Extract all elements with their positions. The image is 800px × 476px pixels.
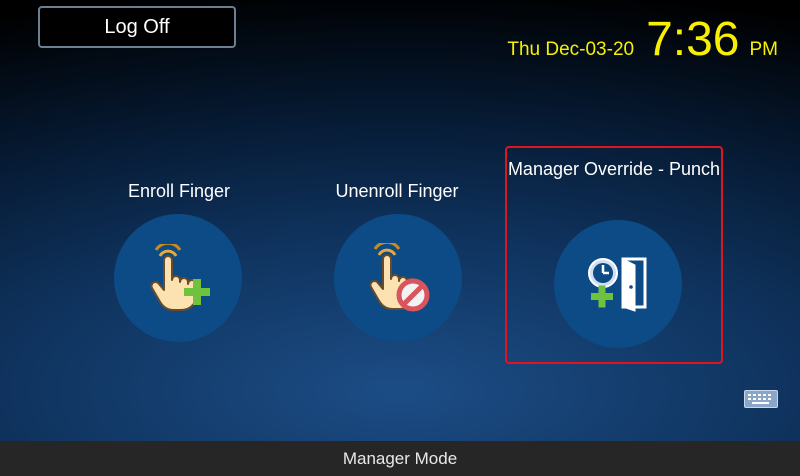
manager-mode-label: Manager Mode xyxy=(342,448,458,468)
status-bar: Manager Mode xyxy=(0,441,800,476)
hand-plus-icon xyxy=(150,244,210,311)
date-text: Thu Dec-03-20 xyxy=(507,39,635,60)
unenroll-finger-label: Unenroll Finger xyxy=(335,181,459,201)
log-off-button[interactable]: Log Off xyxy=(38,6,236,48)
hand-no-icon xyxy=(369,243,430,312)
time-text: 7:36 xyxy=(646,13,740,66)
keyboard-icon[interactable] xyxy=(744,390,778,408)
manager-override-punch-label: Manager Override - Punch xyxy=(507,159,721,179)
ampm-text: PM xyxy=(749,39,779,60)
enroll-finger-label: Enroll Finger xyxy=(127,181,231,201)
manager-override-punch-circle[interactable] xyxy=(554,220,682,348)
unenroll-finger-circle[interactable] xyxy=(334,214,462,342)
keyboard-keys-icon xyxy=(748,394,771,404)
manager-override-punch-button[interactable]: Manager Override - Punch xyxy=(505,146,723,364)
date-time-display: Thu Dec-03-20 7:36 PM xyxy=(507,16,778,64)
enroll-finger-circle[interactable] xyxy=(114,214,242,342)
clock-door-plus-icon xyxy=(588,257,647,312)
